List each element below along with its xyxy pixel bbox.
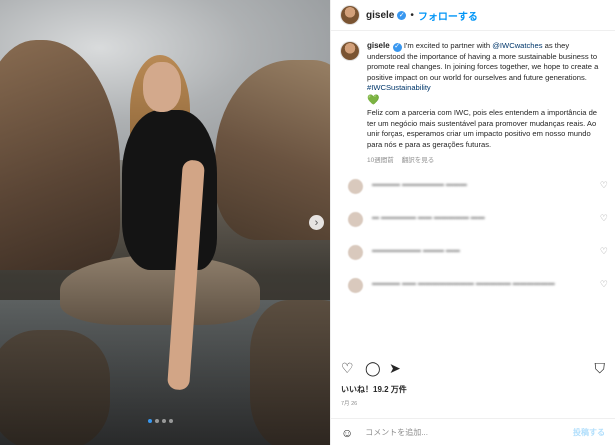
header-username[interactable]: gisele [366, 10, 394, 21]
comment-text: ▬▬▬▬ ▬▬▬▬▬▬ ▬▬▬ [372, 181, 467, 188]
verified-badge-icon: ✓ [392, 42, 402, 52]
avatar[interactable] [348, 179, 363, 194]
post-sidebar: gisele ✓ • フォローする gisele ✓ I'm excited to… [330, 0, 615, 445]
post-date: 7月 26 [341, 401, 358, 407]
caption-time: 10週間前 [367, 157, 394, 165]
post-header: gisele ✓ • フォローする [331, 0, 615, 31]
avatar[interactable] [341, 6, 359, 24]
share-icon[interactable]: ➤ [389, 360, 401, 377]
emoji-icon[interactable]: ☺ [341, 426, 353, 440]
post-caption: gisele ✓ I'm excited to partner with @IWC… [331, 31, 615, 167]
caption-text-en-1: I'm excited to partner with [403, 41, 493, 50]
caption-mention[interactable]: @IWCwatches [492, 41, 542, 50]
caption-hashtag[interactable]: #IWCSustainability [367, 83, 431, 92]
chevron-right-icon[interactable]: › [309, 215, 324, 230]
comment-list: ▬▬▬▬ ▬▬▬▬▬▬ ▬▬▬ ♡ ▬ ▬▬▬▬▬ ▬▬ ▬▬▬▬▬ ▬▬ ♡ … [331, 176, 615, 308]
avatar[interactable] [348, 245, 363, 260]
carousel-dot [162, 419, 166, 423]
verified-badge-icon: ✓ [397, 10, 407, 20]
likes-count[interactable]: いいね！19.2 万件 [341, 384, 407, 395]
caption-text-pt: Feliz com a parceria com IWC, pois eles … [367, 108, 598, 149]
heart-icon[interactable]: ♡ [600, 246, 608, 257]
header-separator: • [410, 9, 414, 21]
comment-icon[interactable]: ◯ [365, 360, 381, 377]
comment-text: ▬▬▬▬▬▬▬ ▬▬▬ ▬▬ [372, 247, 460, 254]
list-item: ▬▬▬▬ ▬▬ ▬▬▬▬▬▬▬▬ ▬▬▬▬▬ ▬▬▬▬▬▬ ♡ [331, 275, 615, 308]
heart-icon[interactable]: ♡ [341, 360, 354, 377]
post-comment-button[interactable]: 投稿する [573, 427, 605, 438]
green-heart-icon: 💚 [367, 94, 380, 106]
post-photo[interactable]: › [0, 0, 330, 445]
avatar[interactable] [348, 278, 363, 293]
carousel-dot [169, 419, 173, 423]
heart-icon[interactable]: ♡ [600, 279, 608, 290]
photo-figure-head [143, 62, 181, 112]
comment-text: ▬▬▬▬ ▬▬ ▬▬▬▬▬▬▬▬ ▬▬▬▬▬ ▬▬▬▬▬▬ [372, 280, 555, 287]
photo-rock-bottom-left [0, 330, 110, 445]
follow-button[interactable]: フォローする [418, 8, 478, 23]
instagram-post: › gisele ✓ • フォローする gisele ✓ I'm excited … [0, 0, 615, 445]
list-item: ▬▬▬▬ ▬▬▬▬▬▬ ▬▬▬ ♡ [331, 176, 615, 209]
carousel-dot [155, 419, 159, 423]
carousel-dot [148, 419, 152, 423]
avatar[interactable] [348, 212, 363, 227]
caption-username[interactable]: gisele [367, 41, 390, 50]
see-translation-link[interactable]: 翻訳を見る [402, 156, 435, 167]
photo-rock-bottom-right [250, 300, 330, 445]
comment-input[interactable] [363, 427, 548, 438]
caption-body: gisele ✓ I'm excited to partner with @IWC… [367, 41, 605, 167]
comment-composer: ☺ 投稿する [331, 418, 615, 446]
heart-icon[interactable]: ♡ [600, 180, 608, 191]
list-item: ▬ ▬▬▬▬▬ ▬▬ ▬▬▬▬▬ ▬▬ ♡ [331, 209, 615, 242]
bookmark-icon[interactable]: ⛉ [595, 360, 606, 377]
comment-text: ▬ ▬▬▬▬▬ ▬▬ ▬▬▬▬▬ ▬▬ [372, 214, 485, 221]
carousel-dots [148, 419, 173, 423]
list-item: ▬▬▬▬▬▬▬ ▬▬▬ ▬▬ ♡ [331, 242, 615, 275]
heart-icon[interactable]: ♡ [600, 213, 608, 224]
avatar[interactable] [341, 42, 359, 60]
caption-meta: 10週間前 翻訳を見る [367, 156, 605, 167]
action-bar: ♡ ◯ ➤ ⛉ [331, 356, 615, 380]
